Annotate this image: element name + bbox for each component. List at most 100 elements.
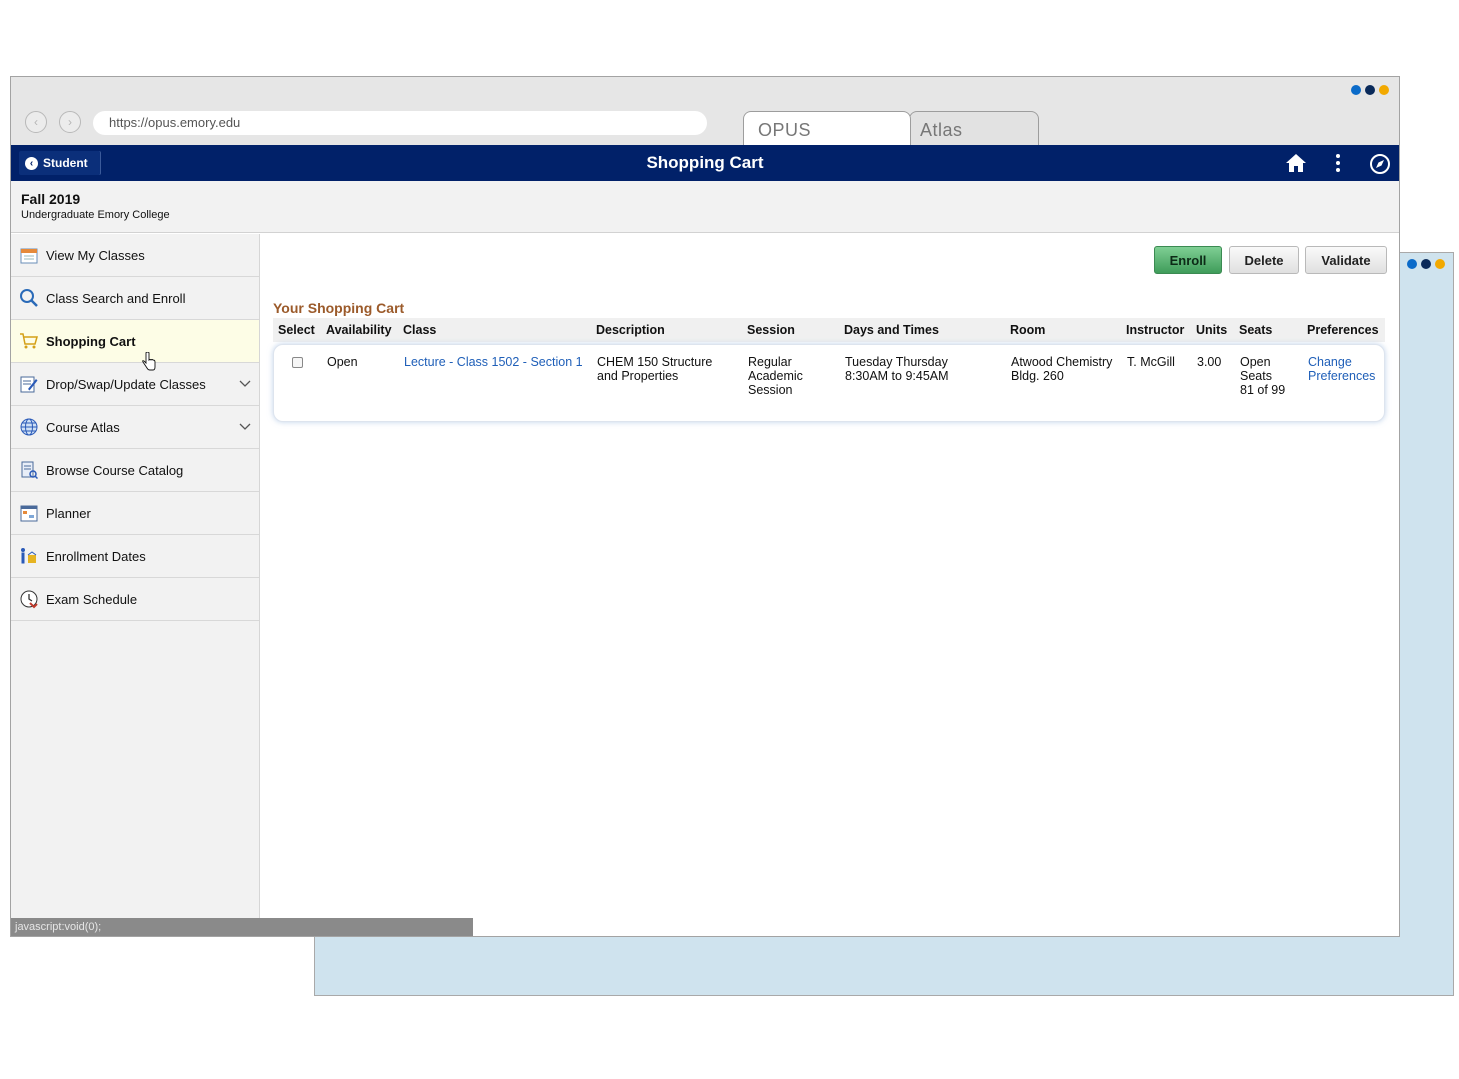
seats-line: Seats (1240, 369, 1272, 383)
session-line: Session (748, 383, 793, 397)
instructor-cell: T. McGill (1127, 355, 1175, 369)
delete-button[interactable]: Delete (1229, 246, 1299, 274)
session-cell: Regular Academic Session (748, 355, 803, 397)
seats-line: 81 of 99 (1240, 383, 1286, 397)
window-dot-gold[interactable] (1379, 85, 1389, 95)
sidebar-item-label: Planner (46, 505, 91, 521)
description-line: CHEM 150 Structure (597, 355, 713, 369)
column-header: Preferences (1307, 323, 1379, 337)
days-line: Tuesday Thursday (845, 355, 948, 369)
shopping-cart-title: Your Shopping Cart (273, 300, 405, 316)
table-header: Select Availability Class Description Se… (273, 318, 1385, 342)
enroll-button[interactable]: Enroll (1154, 246, 1222, 274)
seats-line: Open (1240, 355, 1271, 369)
page-title: Shopping Cart (646, 153, 764, 172)
edit-icon (19, 374, 39, 394)
sidebar-item-label: Class Search and Enroll (46, 290, 186, 306)
column-header: Session (747, 323, 795, 337)
url-bar[interactable]: https://opus.emory.edu (93, 111, 707, 135)
app-header: ‹ Student Shopping Cart (11, 145, 1399, 181)
cart-icon (19, 331, 39, 351)
sidebar-item-shopping-cart[interactable]: Shopping Cart (11, 320, 259, 363)
back-arrow-icon[interactable]: ‹ (25, 111, 47, 133)
window-dot-gold[interactable] (1435, 259, 1445, 269)
term-title: Fall 2019 (21, 191, 81, 207)
planner-icon (19, 503, 39, 523)
sidebar-item-course-atlas[interactable]: Course Atlas (11, 406, 259, 449)
availability-cell: Open (327, 355, 358, 369)
main-panel: Enroll Delete Validate Your Shopping Car… (260, 234, 1399, 936)
preferences-line[interactable]: Preferences (1308, 369, 1375, 383)
sidebar-item-class-search[interactable]: Class Search and Enroll (11, 277, 259, 320)
sidebar-item-label: Browse Course Catalog (46, 462, 184, 478)
table-row: Open Lecture - Class 1502 - Section 1 CH… (273, 344, 1385, 422)
window-dot-blue[interactable] (1407, 259, 1417, 269)
chevron-down-icon[interactable] (239, 376, 251, 391)
sidebar-item-planner[interactable]: Planner (11, 492, 259, 535)
column-header: Availability (326, 323, 392, 337)
times-line: 8:30AM to 9:45AM (845, 369, 949, 383)
term-bar: Fall 2019 Undergraduate Emory College (11, 181, 1399, 233)
column-header: Description (596, 323, 665, 337)
sidebar-item-label: Exam Schedule (46, 591, 138, 607)
sidebar-item-label: Enrollment Dates (46, 548, 146, 564)
room-line: Atwood Chemistry (1011, 355, 1113, 369)
window-controls (1351, 85, 1389, 95)
column-header: Days and Times (844, 323, 939, 337)
sidebar-item-browse-catalog[interactable]: Browse Course Catalog (11, 449, 259, 492)
chevron-down-icon[interactable] (239, 419, 251, 434)
clock-icon (19, 589, 39, 609)
sidebar: View My Classes Class Search and Enroll … (11, 234, 260, 936)
term-subtitle: Undergraduate Emory College (21, 209, 170, 221)
sidebar-item-view-my-classes[interactable]: View My Classes (11, 234, 259, 277)
title-bar (11, 77, 1399, 103)
description-line: and Properties (597, 369, 679, 383)
sidebar-item-enrollment-dates[interactable]: Enrollment Dates (11, 535, 259, 578)
sidebar-item-label: View My Classes (46, 247, 145, 263)
sidebar-item-label: Shopping Cart (46, 333, 136, 349)
preferences-line[interactable]: Change (1308, 355, 1375, 369)
enrollment-dates-icon (19, 546, 39, 566)
room-line: Bldg. 260 (1011, 369, 1064, 383)
sidebar-item-label: Drop/Swap/Update Classes (46, 376, 206, 392)
session-line: Academic (748, 369, 803, 383)
sidebar-item-exam-schedule[interactable]: Exam Schedule (11, 578, 259, 621)
days-times-cell: Tuesday Thursday 8:30AM to 9:45AM (845, 355, 949, 383)
search-icon (19, 288, 39, 308)
column-header: Units (1196, 323, 1228, 337)
sidebar-item-label: Course Atlas (46, 419, 120, 435)
home-icon[interactable] (1285, 153, 1307, 177)
tab-atlas[interactable]: Atlas (909, 111, 1039, 145)
select-checkbox[interactable] (292, 357, 303, 368)
window-controls (1407, 259, 1445, 269)
browser-toolbar: ‹ › https://opus.emory.edu OPUS Atlas (11, 103, 1399, 145)
globe-icon (19, 417, 39, 437)
column-header: Seats (1239, 323, 1273, 337)
content-area: View My Classes Class Search and Enroll … (11, 234, 1399, 936)
column-header: Room (1010, 323, 1046, 337)
class-link[interactable]: Lecture - Class 1502 - Section 1 (404, 355, 583, 369)
forward-arrow-icon[interactable]: › (59, 111, 81, 133)
column-header: Instructor (1126, 323, 1185, 337)
window-dot-navy[interactable] (1365, 85, 1375, 95)
session-line: Regular (748, 355, 792, 369)
browser-window: ‹ › https://opus.emory.edu OPUS Atlas ‹ … (10, 76, 1400, 937)
tab-opus[interactable]: OPUS (743, 111, 911, 145)
hand-cursor-icon (141, 351, 157, 377)
room-cell: Atwood Chemistry Bldg. 260 (1011, 355, 1112, 383)
seats-cell: Open Seats 81 of 99 (1240, 355, 1285, 397)
more-vertical-icon[interactable] (1333, 153, 1343, 177)
compass-icon[interactable] (1369, 153, 1391, 179)
sidebar-item-drop-swap-update[interactable]: Drop/Swap/Update Classes (11, 363, 259, 406)
description-cell: CHEM 150 Structure and Properties (597, 355, 712, 383)
calendar-icon (19, 245, 39, 265)
column-header: Select (278, 323, 315, 337)
catalog-icon (19, 460, 39, 480)
checkbox-box[interactable] (292, 357, 303, 368)
change-preferences-link[interactable]: Change Preferences (1308, 355, 1375, 383)
validate-button[interactable]: Validate (1305, 246, 1387, 274)
column-header: Class (403, 323, 437, 337)
window-dot-navy[interactable] (1421, 259, 1431, 269)
status-bar: javascript:void(0); (11, 918, 473, 936)
window-dot-blue[interactable] (1351, 85, 1361, 95)
